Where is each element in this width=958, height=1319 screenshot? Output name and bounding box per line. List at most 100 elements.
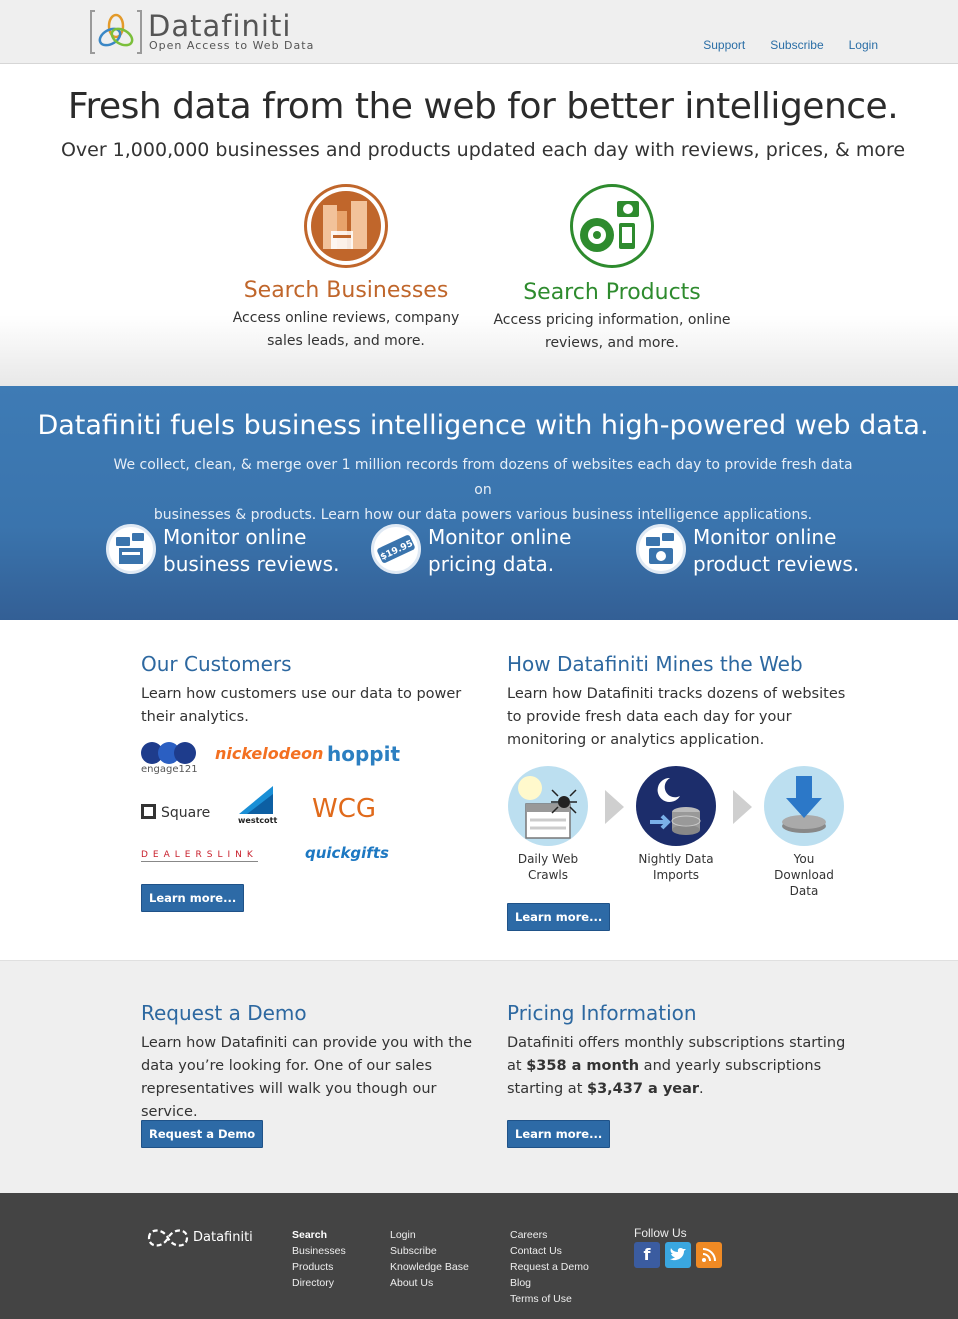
logo-mark-icon	[90, 10, 142, 54]
westcott-logo: westcott	[237, 784, 277, 828]
customers-and-process-section: Our Customers Learn how customers use ou…	[0, 620, 958, 960]
intelligence-band: Datafiniti fuels business intelligence w…	[0, 386, 958, 620]
footer-link-about-us[interactable]: About Us	[390, 1275, 469, 1291]
mines-title: How Datafiniti Mines the Web	[507, 652, 803, 676]
engage121-label: engage121	[141, 764, 198, 775]
facebook-icon[interactable]: f	[634, 1242, 660, 1268]
hero-title: Fresh data from the web for better intel…	[67, 86, 899, 127]
demo-and-pricing-section: Request a Demo Learn how Datafiniti can …	[0, 960, 958, 1193]
footer-link-login[interactable]: Login	[390, 1227, 469, 1243]
nav-login-link[interactable]: Login	[849, 38, 878, 52]
hoppit-logo: hoppit	[327, 742, 401, 766]
step-nightly-data-imports: Nightly Data Imports	[635, 766, 717, 883]
how-datafiniti-mines: How Datafiniti Mines the Web Learn how D…	[507, 652, 857, 752]
footer-link-knowledge-base[interactable]: Knowledge Base	[390, 1259, 469, 1275]
footer-link-request-demo[interactable]: Request a Demo	[510, 1259, 589, 1275]
search-products-title: Search Products	[523, 280, 701, 305]
follow-us-label: Follow Us	[634, 1226, 687, 1240]
square-mark-icon	[141, 804, 156, 819]
feature-line: Monitor online	[163, 525, 307, 549]
request-demo-button[interactable]: Request a Demo	[141, 1120, 264, 1148]
site-header: Datafiniti Open Access to Web Data Suppo…	[0, 0, 958, 64]
nav-subscribe-link[interactable]: Subscribe	[770, 38, 823, 52]
step-label-line: Daily Web	[517, 852, 579, 866]
square-logo: Square	[141, 804, 210, 821]
site-footer: Datafiniti Search Businesses Products Di…	[0, 1193, 958, 1319]
businesses-desc-line: Access online reviews, company	[232, 310, 460, 326]
monthly-price: $358 a month	[526, 1058, 640, 1074]
feature-line: Monitor online	[428, 525, 572, 549]
footer-link-businesses[interactable]: Businesses	[292, 1243, 346, 1259]
feature-text: Monitor online pricing data.	[428, 524, 571, 578]
step-label-line: Data	[789, 884, 819, 898]
price-tag-icon: $19.95	[371, 524, 421, 574]
rss-icon[interactable]	[696, 1242, 722, 1268]
step-you-download-data: You Download Data	[763, 766, 845, 899]
hero-subtitle: Over 1,000,000 businesses and products u…	[60, 139, 906, 161]
feature-line: pricing data.	[428, 552, 555, 576]
step-label-line: Nightly Data	[638, 852, 714, 866]
customers-desc: Learn how customers use our data to powe…	[141, 686, 462, 725]
customers-learn-more-button[interactable]: Learn more...	[141, 884, 245, 912]
pricing-title: Pricing Information	[507, 1001, 697, 1025]
footer-heading-search: Search	[292, 1229, 328, 1241]
nickelodeon-logo: nickelodeon	[215, 744, 324, 763]
nav-support-link[interactable]: Support	[703, 38, 745, 52]
footer-col-company: Careers Contact Us Request a Demo Blog T…	[510, 1227, 589, 1307]
product-review-icon	[636, 524, 686, 574]
feature-text: Monitor online business reviews.	[163, 524, 339, 578]
footer-infinity-icon	[147, 1229, 189, 1247]
customers-title: Our Customers	[141, 652, 292, 676]
search-businesses-title: Search Businesses	[243, 278, 449, 303]
businesses-desc-line: sales leads, and more.	[267, 333, 425, 349]
footer-link-directory[interactable]: Directory	[292, 1275, 346, 1291]
footer-link-careers[interactable]: Careers	[510, 1227, 589, 1243]
step-label: You Download Data	[763, 851, 845, 899]
footer-link-subscribe[interactable]: Subscribe	[390, 1243, 469, 1259]
businesses-icon	[304, 184, 388, 268]
footer-col-search: Search Businesses Products Directory	[292, 1227, 346, 1291]
datafiniti-logo[interactable]: Datafiniti Open Access to Web Data	[90, 9, 313, 57]
pricing-learn-more-button[interactable]: Learn more...	[507, 1120, 611, 1148]
request-demo: Request a Demo Learn how Datafiniti can …	[141, 1001, 491, 1124]
logo-name: Datafiniti	[148, 9, 292, 43]
footer-logo-name: Datafiniti	[193, 1230, 253, 1245]
twitter-icon[interactable]	[665, 1242, 691, 1268]
footer-link-contact-us[interactable]: Contact Us	[510, 1243, 589, 1259]
search-businesses-card[interactable]: Search Businesses Access online reviews,…	[220, 184, 472, 353]
step-label: Daily Web Crawls	[507, 851, 589, 883]
web-crawl-spider-icon	[508, 766, 588, 846]
footer-col-account: Login Subscribe Knowledge Base About Us	[390, 1227, 469, 1291]
feature-line: business reviews.	[163, 552, 340, 576]
hero-section: Fresh data from the web for better intel…	[0, 64, 958, 386]
dealerslink-logo: DEALERSLINK	[141, 850, 258, 862]
footer-link-blog[interactable]: Blog	[510, 1275, 589, 1291]
products-icon	[570, 184, 654, 268]
demo-title: Request a Demo	[141, 1001, 307, 1025]
step-arrow-icon	[733, 790, 752, 824]
wcg-logo: WCG	[312, 794, 377, 824]
demo-desc: Learn how Datafiniti can provide you wit…	[141, 1035, 473, 1120]
yearly-price: $3,437 a year	[586, 1081, 700, 1097]
feature-line: Monitor online	[693, 525, 837, 549]
search-products-card[interactable]: Search Products Access pricing informati…	[486, 184, 738, 355]
step-daily-web-crawls: Daily Web Crawls	[507, 766, 589, 883]
nightly-import-icon	[636, 766, 716, 846]
westcott-label: westcott	[238, 816, 278, 825]
step-label-line: You Download	[774, 852, 834, 882]
step-label-line: Imports	[652, 868, 700, 882]
pricing-desc: Datafiniti offers monthly subscriptions …	[507, 1032, 857, 1101]
customer-logos: engage121 nickelodeon hoppit Square west…	[141, 740, 401, 870]
mines-learn-more-button[interactable]: Learn more...	[507, 903, 611, 931]
follow-us: Follow Us f	[634, 1226, 722, 1268]
footer-link-terms[interactable]: Terms of Use	[510, 1291, 589, 1307]
footer-link-products[interactable]: Products	[292, 1259, 346, 1275]
products-desc-line: Access pricing information, online	[493, 312, 731, 328]
step-label: Nightly Data Imports	[635, 851, 717, 883]
mines-desc: Learn how Datafiniti tracks dozens of we…	[507, 686, 846, 748]
pricing-information: Pricing Information Datafiniti offers mo…	[507, 1001, 857, 1101]
logo-tagline: Open Access to Web Data	[149, 39, 315, 52]
band-desc-line: We collect, clean, & merge over 1 millio…	[113, 457, 853, 498]
footer-logo[interactable]: Datafiniti	[145, 1225, 255, 1251]
pricing-text: .	[699, 1081, 704, 1097]
